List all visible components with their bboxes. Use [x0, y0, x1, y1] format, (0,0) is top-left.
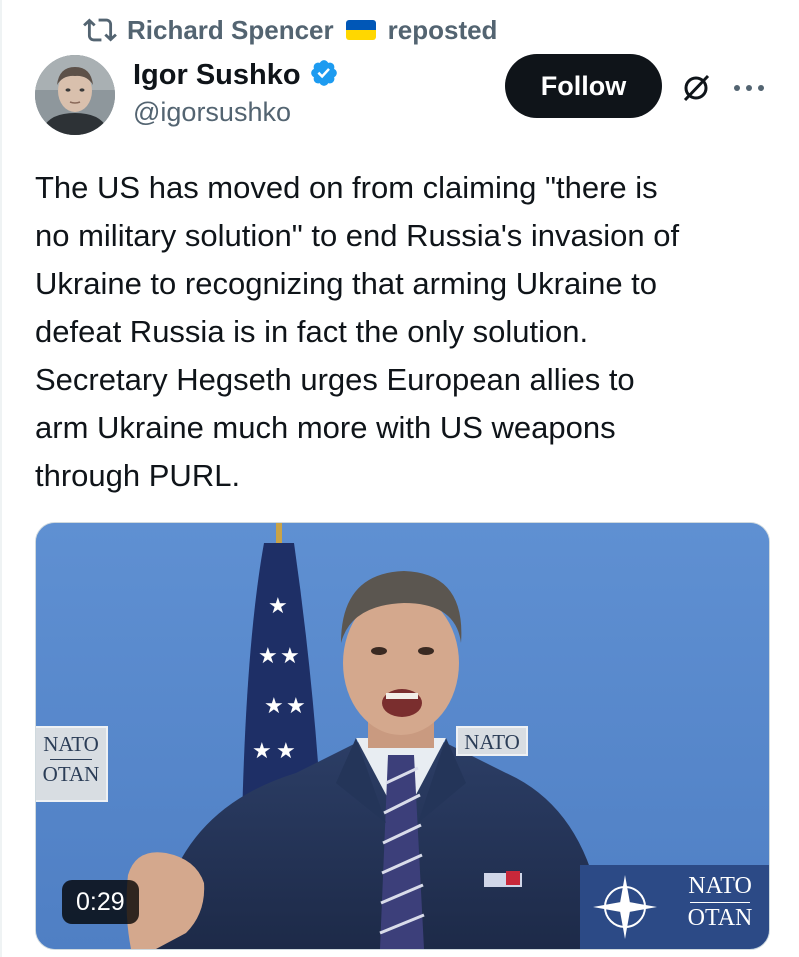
avatar[interactable] [35, 55, 115, 135]
nato-compass-icon [580, 865, 670, 949]
repost-context: Richard Spencer reposted [83, 12, 497, 48]
svg-text:★: ★ [252, 739, 272, 764]
nato-sign-left-top-text: NATO [43, 732, 99, 756]
ukraine-flag-icon [345, 20, 376, 40]
svg-text:★: ★ [280, 644, 300, 669]
author-name[interactable]: Igor Sushko [133, 59, 301, 92]
more-icon[interactable] [727, 68, 771, 108]
nato-sign-right-top-text: NATO [688, 873, 752, 899]
column-border [0, 0, 2, 957]
nato-sign-center: NATO [456, 726, 528, 756]
author-handle[interactable]: @igorsushko [133, 97, 339, 128]
tweet-text: The US has moved on from claiming "there… [35, 170, 680, 493]
nato-sign-right-bottom-text: OTAN [687, 905, 753, 931]
svg-text:★: ★ [276, 739, 296, 764]
nato-sign-right: NATO OTAN [670, 865, 769, 949]
svg-text:★: ★ [258, 644, 278, 669]
nato-sign-left-bottom-text: OTAN [42, 762, 100, 786]
verified-badge-icon [309, 58, 339, 93]
nato-sign-left: NATO OTAN [36, 726, 108, 802]
repost-label: reposted [387, 14, 498, 45]
video-duration-badge: 0:29 [62, 880, 139, 924]
author-block: Igor Sushko @igorsushko [133, 55, 339, 128]
svg-text:★: ★ [264, 694, 284, 719]
reposter-name[interactable]: Richard Spencer [127, 15, 334, 46]
nato-sign-center-text: NATO [464, 730, 520, 754]
grok-icon[interactable] [676, 68, 716, 108]
follow-button[interactable]: Follow [505, 54, 662, 118]
repost-icon [83, 13, 117, 47]
svg-text:★: ★ [286, 694, 306, 719]
video-player[interactable]: ★ ★ ★ ★ ★ ★ ★ NATO OTAN NATO NATO OTAN [35, 522, 770, 950]
svg-text:★: ★ [268, 594, 288, 619]
